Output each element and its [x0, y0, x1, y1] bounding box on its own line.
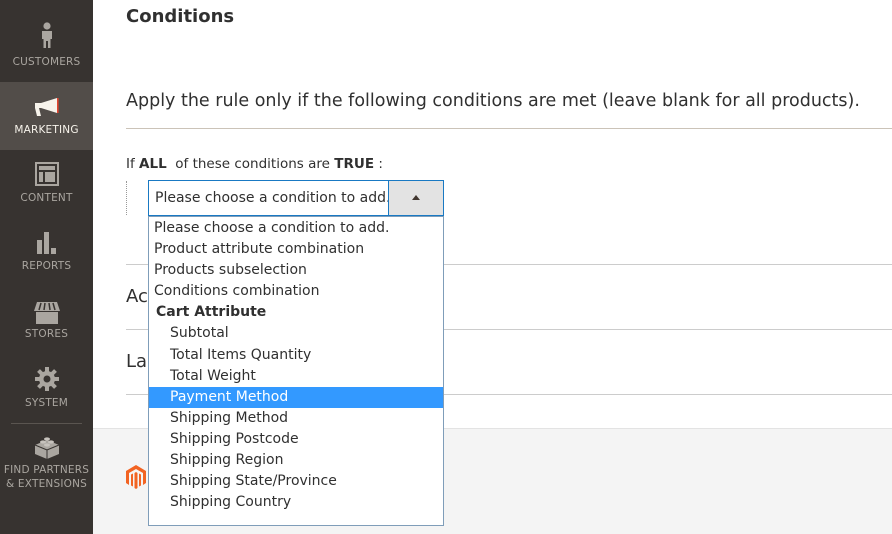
option-placeholder[interactable]: Please choose a condition to add. — [149, 218, 443, 239]
sidebar-item-label: MARKETING — [14, 124, 79, 136]
sidebar-item-label-line2: & EXTENSIONS — [5, 478, 88, 490]
sidebar-divider — [11, 423, 82, 424]
legend-divider — [126, 128, 892, 129]
admin-sidebar: CUSTOMERS MARKETING CONTENT REPORTS STOR… — [0, 0, 93, 534]
option-shipping-region[interactable]: Shipping Region — [149, 450, 443, 471]
sidebar-item-system[interactable]: SYSTEM — [0, 355, 93, 423]
magento-logo-icon — [126, 465, 146, 493]
option-subtotal[interactable]: Subtotal — [149, 323, 443, 344]
option-conditions-combination[interactable]: Conditions combination — [149, 281, 443, 302]
option-payment-method[interactable]: Payment Method — [149, 387, 443, 408]
condition-select-value: Please choose a condition to add. — [155, 190, 391, 206]
section-title: Conditions — [126, 6, 235, 27]
sidebar-item-find-partners[interactable]: FIND PARTNERS & EXTENSIONS — [0, 432, 93, 496]
sidebar-item-marketing[interactable]: MARKETING — [0, 82, 93, 150]
storefront-icon — [33, 301, 61, 329]
sidebar-item-label: SYSTEM — [24, 397, 69, 409]
condition-tree-guide — [126, 181, 127, 215]
option-shipping-state-province[interactable]: Shipping State/Province — [149, 471, 443, 492]
sidebar-item-label: STORES — [24, 328, 69, 340]
condition-prefix: If — [126, 156, 135, 172]
option-total-weight[interactable]: Total Weight — [149, 366, 443, 387]
sidebar-item-content[interactable]: CONTENT — [0, 150, 93, 218]
option-product-attribute-combination[interactable]: Product attribute combination — [149, 239, 443, 260]
condition-aggregator-line: If ALL of these conditions are TRUE : — [126, 156, 383, 172]
option-shipping-method[interactable]: Shipping Method — [149, 408, 443, 429]
sidebar-item-label: FIND PARTNERS — [3, 464, 90, 476]
layout-icon — [34, 162, 59, 190]
aggregator-toggle[interactable]: ALL — [139, 156, 167, 172]
condition-select-toggle[interactable] — [388, 181, 443, 215]
option-products-subselection[interactable]: Products subselection — [149, 260, 443, 281]
bar-chart-icon — [36, 232, 58, 258]
condition-suffix: : — [378, 156, 383, 172]
option-total-items-quantity[interactable]: Total Items Quantity — [149, 345, 443, 366]
option-shipping-country[interactable]: Shipping Country — [149, 492, 443, 513]
condition-middle-text: of these conditions are — [175, 156, 330, 172]
megaphone-icon — [34, 98, 60, 122]
sidebar-item-reports[interactable]: REPORTS — [0, 218, 93, 286]
lego-brick-icon — [34, 434, 60, 464]
optgroup-cart-attribute: Cart Attribute — [156, 304, 267, 320]
gear-icon — [34, 367, 59, 395]
sidebar-item-label: CONTENT — [20, 192, 73, 204]
chevron-up-icon — [412, 195, 420, 200]
sidebar-item-label: REPORTS — [21, 260, 72, 272]
fieldset-legend: Apply the rule only if the following con… — [126, 91, 860, 111]
customer-icon — [40, 22, 54, 52]
collapsible-actions-title[interactable]: Ac — [126, 286, 148, 307]
sidebar-item-label: CUSTOMERS — [12, 56, 81, 68]
sidebar-item-customers[interactable]: CUSTOMERS — [0, 14, 93, 82]
condition-select[interactable]: Please choose a condition to add. — [148, 180, 444, 216]
option-shipping-postcode[interactable]: Shipping Postcode — [149, 429, 443, 450]
condition-options-list[interactable]: Please choose a condition to add. Produc… — [148, 216, 444, 526]
collapsible-labels-title[interactable]: La — [126, 351, 147, 372]
value-toggle[interactable]: TRUE — [334, 156, 374, 172]
sidebar-item-stores[interactable]: STORES — [0, 286, 93, 354]
